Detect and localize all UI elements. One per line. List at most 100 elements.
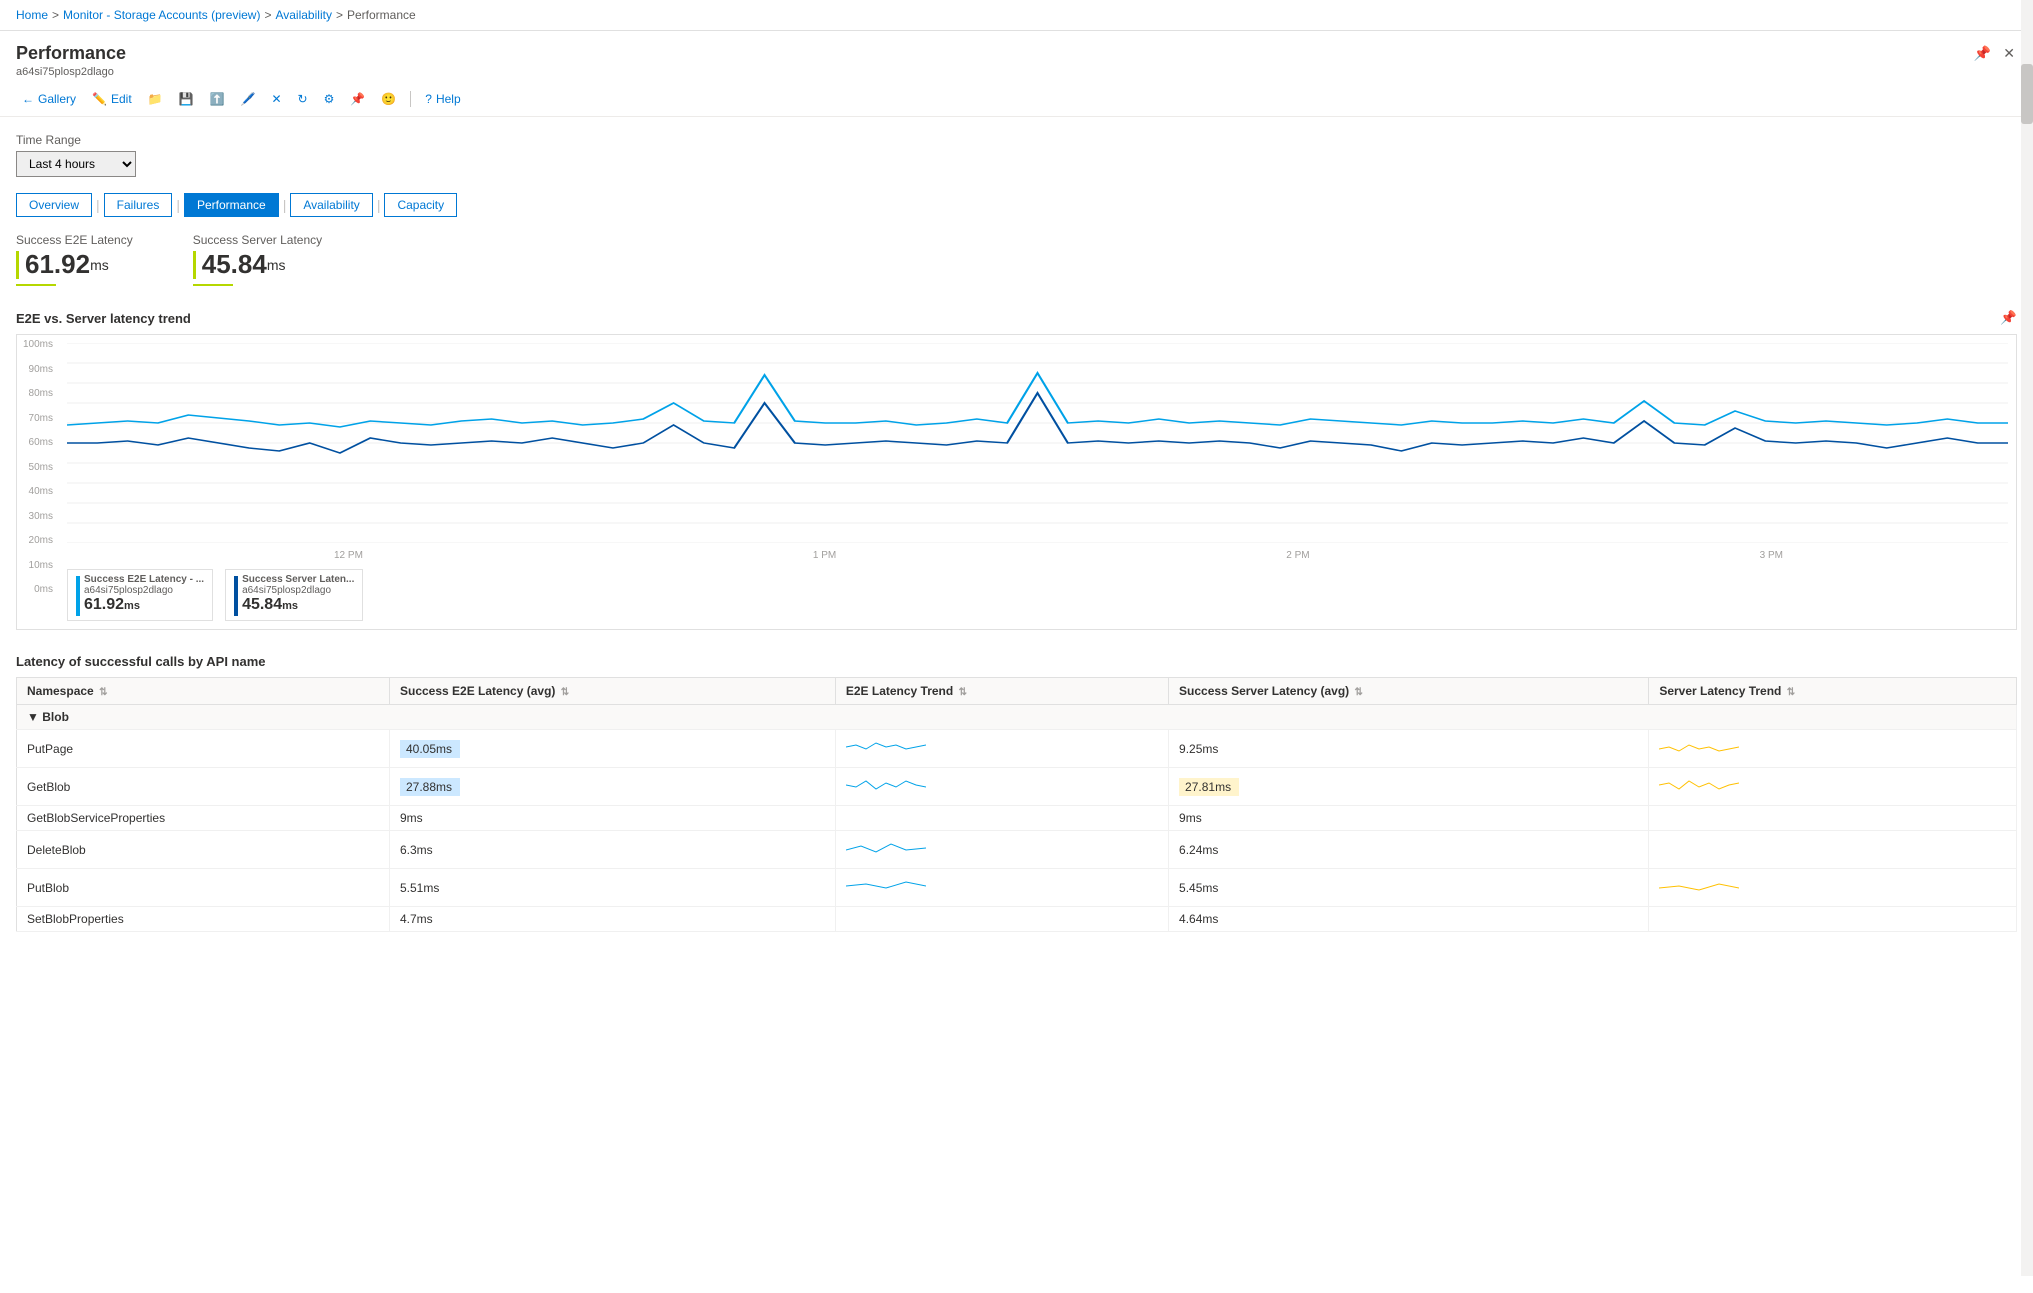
toolbar: ← Gallery ✏️ Edit 📁 💾 ⬆️ 🖊️ ✕ ↻ ⚙ 📌 🙂 ? … bbox=[0, 82, 2033, 117]
edit-button[interactable]: ✏️ Edit bbox=[86, 88, 138, 110]
row-getblob-server: 27.81ms bbox=[1169, 768, 1649, 806]
col-namespace[interactable]: Namespace ⇅ bbox=[17, 678, 390, 705]
row-getblob-e2e: 27.88ms bbox=[389, 768, 835, 806]
legend-server-name: Success Server Laten... bbox=[242, 574, 354, 585]
chart-legend: Success E2E Latency - ... a64si75plosp2d… bbox=[67, 569, 2008, 621]
upload-icon: ⬆️ bbox=[210, 92, 225, 106]
row-getblobservice-server-trend bbox=[1649, 806, 2017, 831]
col-e2e-trend[interactable]: E2E Latency Trend ⇅ bbox=[835, 678, 1168, 705]
breadcrumb-home[interactable]: Home bbox=[16, 8, 48, 22]
scrollbar-thumb[interactable] bbox=[2021, 64, 2033, 124]
metric-e2e-label: Success E2E Latency bbox=[16, 233, 133, 247]
chart-area: 12 PM 1 PM 2 PM 3 PM bbox=[67, 343, 2008, 561]
row-putblob-server: 5.45ms bbox=[1169, 869, 1649, 907]
legend-color-server bbox=[234, 576, 238, 616]
row-setblobprops-name: SetBlobProperties bbox=[17, 907, 390, 932]
group-blob: ▼ Blob bbox=[17, 705, 2017, 730]
pen-button[interactable]: 🖊️ bbox=[235, 88, 262, 110]
help-button[interactable]: ? Help bbox=[419, 88, 466, 110]
breadcrumb-monitor[interactable]: Monitor - Storage Accounts (preview) bbox=[63, 8, 260, 22]
group-expand-icon[interactable]: ▼ bbox=[27, 710, 39, 724]
refresh-button[interactable]: ↻ bbox=[292, 88, 314, 110]
table-row: GetBlobServiceProperties 9ms 9ms bbox=[17, 806, 2017, 831]
spark-putpage-e2e bbox=[846, 735, 926, 759]
page-subtitle: a64si75plosp2dlago bbox=[16, 66, 126, 78]
upload-button[interactable]: ⬆️ bbox=[204, 88, 231, 110]
row-setblobprops-server: 4.64ms bbox=[1169, 907, 1649, 932]
refresh-icon: ↻ bbox=[298, 92, 308, 106]
close-toolbar-button[interactable]: ✕ bbox=[265, 88, 287, 110]
chart-section: E2E vs. Server latency trend 📌 100ms 90m… bbox=[16, 310, 2017, 630]
legend-e2e-subtitle: a64si75plosp2dlago bbox=[84, 585, 204, 596]
spark-getblob-server bbox=[1659, 773, 1739, 797]
table-header: Namespace ⇅ Success E2E Latency (avg) ⇅ … bbox=[17, 678, 2017, 705]
getblob-e2e-bar: 27.88ms bbox=[400, 778, 460, 796]
x-icon: ✕ bbox=[271, 92, 281, 106]
time-range-section: Time Range Last 4 hours Last 1 hour Last… bbox=[16, 133, 2017, 177]
legend-e2e-name: Success E2E Latency - ... bbox=[84, 574, 204, 585]
metric-e2e-value: 61.92 bbox=[25, 249, 90, 280]
legend-item-server: Success Server Laten... a64si75plosp2dla… bbox=[225, 569, 363, 621]
row-deleteblob-e2e: 6.3ms bbox=[389, 831, 835, 869]
metrics-row: Success E2E Latency 61.92 ms Success Ser… bbox=[16, 233, 2017, 286]
time-range-select[interactable]: Last 4 hours Last 1 hour Last 12 hours L… bbox=[16, 151, 136, 177]
tab-availability[interactable]: Availability bbox=[290, 193, 372, 217]
table-section: Latency of successful calls by API name … bbox=[16, 654, 2017, 932]
row-setblobprops-e2e-trend bbox=[835, 907, 1168, 932]
row-putpage-server: 9.25ms bbox=[1169, 730, 1649, 768]
row-deleteblob-server: 6.24ms bbox=[1169, 831, 1649, 869]
metric-e2e-underline bbox=[16, 284, 56, 286]
chart-title: E2E vs. Server latency trend 📌 bbox=[16, 310, 2017, 326]
spark-putblob-server bbox=[1659, 874, 1739, 898]
legend-server-value: 45.84ms bbox=[242, 596, 354, 614]
save-button[interactable]: 💾 bbox=[173, 88, 200, 110]
e2e-line bbox=[67, 373, 2008, 427]
legend-e2e-value: 61.92ms bbox=[84, 596, 204, 614]
col-server-trend[interactable]: Server Latency Trend ⇅ bbox=[1649, 678, 2017, 705]
spark-putblob-e2e bbox=[846, 874, 926, 898]
toolbar-separator bbox=[410, 91, 411, 107]
tab-capacity[interactable]: Capacity bbox=[384, 193, 457, 217]
close-button[interactable]: ✕ bbox=[2001, 43, 2017, 64]
breadcrumb-availability[interactable]: Availability bbox=[275, 8, 331, 22]
row-getblobservice-e2e-trend bbox=[835, 806, 1168, 831]
chart-svg bbox=[67, 343, 2008, 543]
chart-pin-button[interactable]: 📌 bbox=[2000, 310, 2017, 326]
col-e2e-avg[interactable]: Success E2E Latency (avg) ⇅ bbox=[389, 678, 835, 705]
latency-table: Namespace ⇅ Success E2E Latency (avg) ⇅ … bbox=[16, 677, 2017, 932]
settings-button[interactable]: ⚙ bbox=[318, 88, 341, 110]
gallery-button[interactable]: ← Gallery bbox=[16, 88, 82, 110]
tab-overview[interactable]: Overview bbox=[16, 193, 92, 217]
gear-icon: ⚙ bbox=[324, 92, 335, 106]
row-setblobprops-e2e: 4.7ms bbox=[389, 907, 835, 932]
legend-item-e2e: Success E2E Latency - ... a64si75plosp2d… bbox=[67, 569, 213, 621]
sort-namespace-icon: ⇅ bbox=[99, 687, 107, 698]
breadcrumb-current: Performance bbox=[347, 8, 416, 22]
table-body: ▼ Blob PutPage 40.05ms 9.25ms bbox=[17, 705, 2017, 932]
row-getblob-name: GetBlob bbox=[17, 768, 390, 806]
getblob-server-bar: 27.81ms bbox=[1179, 778, 1239, 796]
chart-x-axis: 12 PM 1 PM 2 PM 3 PM bbox=[109, 550, 2008, 561]
tab-performance[interactable]: Performance bbox=[184, 193, 279, 217]
putpage-e2e-bar: 40.05ms bbox=[400, 740, 460, 758]
pin-toolbar-button[interactable]: 📌 bbox=[344, 88, 371, 110]
emoji-icon: 🙂 bbox=[381, 92, 396, 106]
col-server-avg[interactable]: Success Server Latency (avg) ⇅ bbox=[1169, 678, 1649, 705]
folder-icon: 📁 bbox=[148, 92, 163, 106]
page-header: Performance a64si75plosp2dlago 📌 ✕ bbox=[0, 31, 2033, 82]
metric-e2e-unit: ms bbox=[90, 257, 109, 273]
edit-icon: ✏️ bbox=[92, 92, 107, 106]
table-row: DeleteBlob 6.3ms 6.24ms bbox=[17, 831, 2017, 869]
row-putpage-e2e-trend bbox=[835, 730, 1168, 768]
pin-button[interactable]: 📌 bbox=[1972, 43, 1993, 64]
tab-failures[interactable]: Failures bbox=[104, 193, 173, 217]
tab-row: Overview | Failures | Performance | Avai… bbox=[16, 193, 2017, 217]
folder-button[interactable]: 📁 bbox=[142, 88, 169, 110]
table-row: PutBlob 5.51ms 5.45ms bbox=[17, 869, 2017, 907]
spark-getblob-e2e bbox=[846, 773, 926, 797]
spark-deleteblob-e2e bbox=[846, 836, 926, 860]
emoji-button[interactable]: 🙂 bbox=[375, 88, 402, 110]
metric-e2e-bar bbox=[16, 251, 19, 279]
scrollbar[interactable] bbox=[2021, 0, 2033, 1276]
table-row: GetBlob 27.88ms 27.81ms bbox=[17, 768, 2017, 806]
